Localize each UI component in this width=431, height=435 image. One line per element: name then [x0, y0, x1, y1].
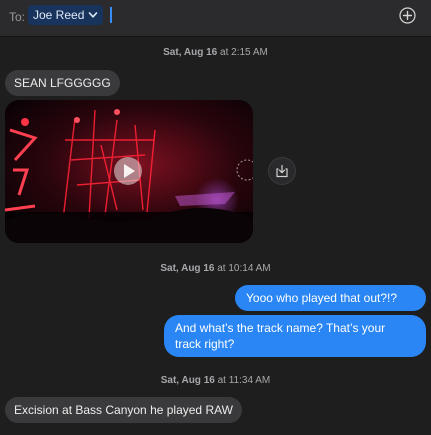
timestamp: Sat, Aug 16 at 2:15 AM [0, 47, 431, 58]
timestamp-time: 11:34 AM [228, 375, 271, 386]
timestamp-at: at [217, 375, 226, 386]
timestamp: Sat, Aug 16 at 10:14 AM [0, 263, 431, 274]
message-text-line: track right? [175, 337, 235, 351]
timestamp-at: at [220, 47, 229, 58]
video-attachment[interactable] [5, 100, 253, 243]
save-media-button[interactable] [268, 157, 296, 185]
timestamp-day: Sat, Aug 16 [160, 263, 215, 274]
timestamp-at: at [217, 263, 226, 274]
message-text: SEAN LFGGGGG [14, 76, 111, 90]
timestamp-day: Sat, Aug 16 [163, 47, 218, 58]
plus-circle-icon[interactable] [399, 7, 416, 24]
timestamp-day: Sat, Aug 16 [160, 375, 215, 386]
message-bubble-outgoing[interactable]: And what’s the track name? That’s your t… [164, 315, 426, 357]
chevron-down-icon [89, 12, 98, 18]
play-icon[interactable] [113, 156, 143, 186]
compose-header: To: Joe Reed [0, 0, 431, 37]
message-text-line: And what’s the track name? That’s your [175, 321, 386, 335]
text-cursor[interactable] [110, 7, 112, 23]
save-download-icon [276, 164, 288, 178]
message-bubble-incoming[interactable]: Excision at Bass Canyon he played RAW [5, 397, 242, 423]
message-text: Yooo who played that out?!? [246, 291, 398, 305]
timestamp: Sat, Aug 16 at 11:34 AM [0, 375, 431, 386]
to-label: To: [9, 10, 26, 24]
recipient-token[interactable]: Joe Reed [28, 5, 104, 25]
message-bubble-outgoing[interactable]: Yooo who played that out?!? [235, 285, 426, 311]
timestamp-time: 10:14 AM [228, 263, 271, 274]
recipient-name: Joe Reed [33, 8, 85, 22]
timestamp-time: 2:15 AM [231, 47, 268, 58]
message-bubble-incoming[interactable]: SEAN LFGGGGG [5, 70, 120, 96]
message-text: Excision at Bass Canyon he played RAW [14, 403, 233, 417]
